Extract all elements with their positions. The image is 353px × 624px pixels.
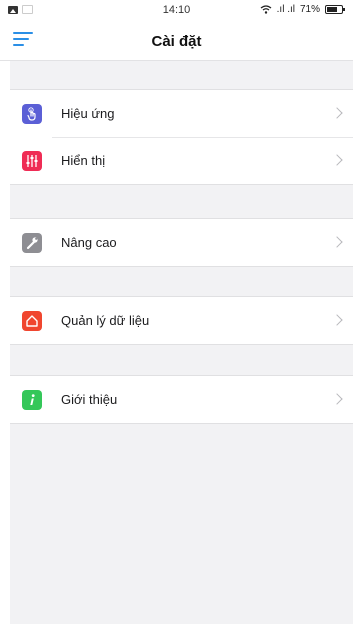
chevron-right-icon bbox=[331, 393, 343, 405]
signal-icon: .ıl .ıl bbox=[276, 4, 295, 15]
settings-item-label: Quản lý dữ liệu bbox=[61, 313, 150, 328]
settings-item-label: Nâng cao bbox=[61, 235, 117, 250]
chevron-right-icon bbox=[331, 314, 343, 326]
house-icon bbox=[22, 311, 42, 331]
settings-item-display[interactable]: Hiển thị bbox=[10, 137, 353, 184]
empty-area bbox=[10, 424, 353, 619]
settings-group-about: Giới thiệu bbox=[10, 375, 353, 424]
chevron-right-icon bbox=[331, 236, 343, 248]
settings-item-about[interactable]: Giới thiệu bbox=[10, 376, 353, 423]
settings-item-advanced[interactable]: Nâng cao bbox=[10, 219, 353, 266]
settings-item-label: Hiển thị bbox=[61, 153, 106, 168]
settings-group-data: Quản lý dữ liệu bbox=[10, 296, 353, 345]
battery-percent: 71% bbox=[299, 4, 320, 15]
settings-item-label: Hiệu ứng bbox=[61, 106, 115, 121]
wrench-icon bbox=[22, 233, 42, 253]
wifi-icon bbox=[260, 5, 272, 14]
status-bar: 14:10 .ıl .ıl 71% bbox=[0, 0, 353, 20]
settings-item-data-management[interactable]: Quản lý dữ liệu bbox=[10, 297, 353, 344]
settings-content: Hiệu ứng Hiển thị Nâng cao Quản lý dữ li… bbox=[10, 61, 353, 624]
battery-icon bbox=[325, 5, 345, 14]
chevron-right-icon bbox=[331, 107, 343, 119]
sliders-icon bbox=[22, 151, 42, 171]
page-title: Cài đặt bbox=[151, 33, 202, 50]
touch-icon bbox=[22, 104, 42, 124]
info-icon bbox=[22, 390, 42, 410]
settings-group-display: Hiệu ứng Hiển thị bbox=[10, 89, 353, 185]
nav-bar: Cài đặt bbox=[0, 20, 353, 61]
settings-item-effects[interactable]: Hiệu ứng bbox=[10, 90, 353, 137]
settings-group-advanced: Nâng cao bbox=[10, 218, 353, 267]
settings-item-label: Giới thiệu bbox=[61, 392, 118, 407]
status-right: .ıl .ıl 71% bbox=[260, 4, 345, 15]
chevron-right-icon bbox=[331, 154, 343, 166]
